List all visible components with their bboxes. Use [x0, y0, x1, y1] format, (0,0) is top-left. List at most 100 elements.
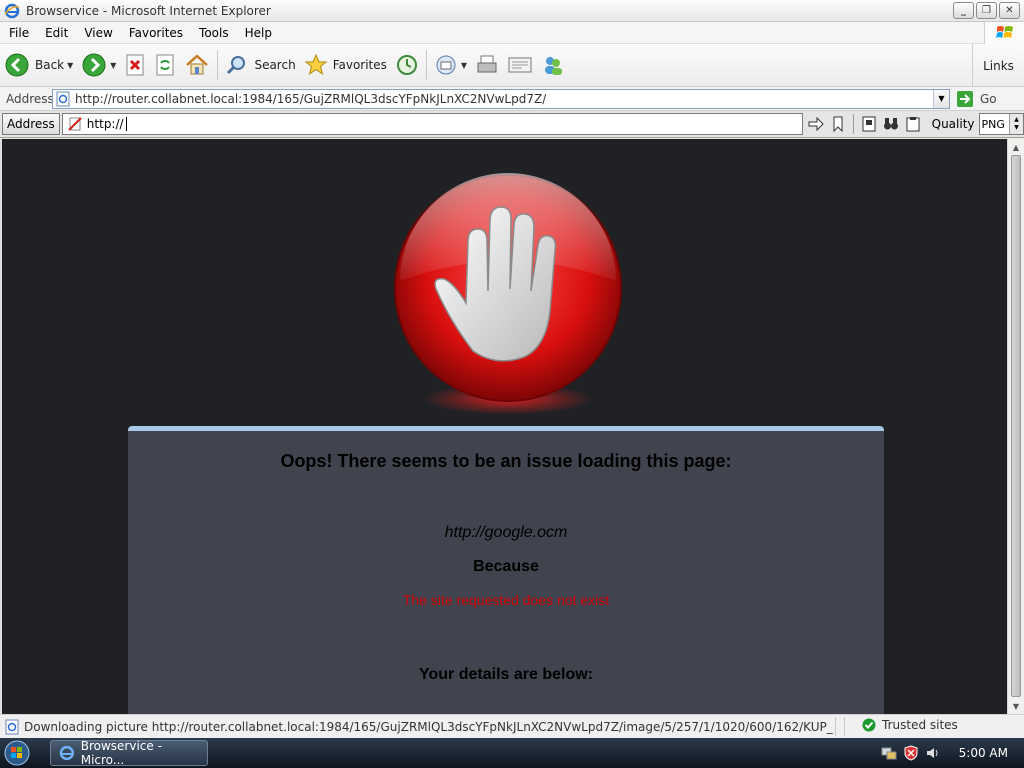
search-button[interactable]: Search: [221, 47, 299, 83]
security-zone[interactable]: Trusted sites: [862, 718, 958, 732]
browservice-bar: Address http:// Quality PNG ▲ ▼: [0, 111, 1024, 138]
address-input[interactable]: http://router.collabnet.local:1984/165/G…: [52, 88, 950, 109]
history-button[interactable]: [391, 47, 423, 83]
checkmark-icon: [862, 718, 876, 732]
back-dropdown-icon[interactable]: ▼: [67, 61, 73, 70]
because-label: Because: [473, 558, 539, 575]
volume-tray-icon[interactable]: [925, 745, 941, 761]
network-tray-icon[interactable]: [881, 745, 897, 761]
mail-icon: [436, 55, 456, 75]
stop-hand-icon: [394, 173, 622, 415]
forward-arrow-icon: [82, 53, 106, 77]
requested-url: http://google.ocm: [444, 524, 568, 541]
security-shield-tray-icon[interactable]: [903, 745, 919, 761]
minimize-button[interactable]: _: [953, 2, 974, 19]
find-page-icon[interactable]: [860, 115, 878, 133]
taskbar-item-label: Browservice - Micro...: [80, 739, 162, 767]
search-label: Search: [254, 58, 296, 72]
details-heading: Your details are below:: [419, 666, 593, 683]
messenger-icon: [545, 57, 563, 75]
zone-label: Trusted sites: [882, 718, 958, 732]
start-button[interactable]: [0, 738, 34, 768]
menu-favorites[interactable]: Favorites: [121, 26, 191, 40]
spinner-arrows-icon[interactable]: ▲ ▼: [1009, 114, 1023, 134]
toolbar: Back ▼ ▼ Search Favorites ▼ Links: [0, 44, 1024, 87]
page-content: Oops! There seems to be an issue loading…: [0, 139, 1024, 714]
toolbar-separator: [425, 50, 427, 80]
menu-bar: File Edit View Favorites Tools Help: [0, 22, 1024, 44]
page-icon: [56, 91, 70, 106]
search-icon: [227, 56, 246, 75]
address-bar: Address http://router.collabnet.local:19…: [0, 87, 1024, 111]
forward-dropdown-icon[interactable]: ▼: [110, 61, 116, 70]
browservice-url-value: http://: [86, 117, 124, 131]
clock[interactable]: 5:00 AM: [959, 746, 1008, 760]
browservice-address-button[interactable]: Address: [2, 113, 60, 135]
error-heading: Oops! There seems to be an issue loading…: [280, 451, 732, 471]
back-button[interactable]: Back ▼: [0, 47, 77, 83]
refresh-button[interactable]: [150, 47, 180, 83]
clipboard-icon[interactable]: [904, 115, 922, 133]
back-label: Back: [35, 58, 65, 72]
error-reason: The site requested does not exist: [402, 592, 610, 608]
print-button[interactable]: [471, 47, 503, 83]
stop-icon: [126, 54, 144, 76]
close-button[interactable]: ✕: [999, 2, 1020, 19]
maximize-button[interactable]: ❐: [976, 2, 997, 19]
windows-start-icon: [4, 740, 30, 766]
favorites-button[interactable]: Favorites: [300, 47, 391, 83]
vertical-scrollbar[interactable]: ▲ ▼: [1007, 139, 1024, 714]
favorites-label: Favorites: [332, 58, 387, 72]
browservice-url-input[interactable]: http://: [61, 113, 803, 135]
home-button[interactable]: [180, 47, 214, 83]
menu-edit[interactable]: Edit: [37, 26, 76, 40]
browservice-separator: [852, 114, 854, 134]
status-bar: Downloading picture http://router.collab…: [0, 714, 1024, 738]
address-dropdown-icon[interactable]: ▼: [933, 89, 949, 108]
status-text: Downloading picture http://router.collab…: [24, 719, 833, 734]
error-panel: Oops! There seems to be an issue loading…: [128, 426, 884, 714]
stop-button[interactable]: [120, 47, 150, 83]
refresh-icon: [156, 54, 174, 76]
ie-taskbar-icon: [59, 745, 74, 761]
address-url: http://router.collabnet.local:1984/165/G…: [75, 91, 547, 106]
edit-page-icon: [508, 57, 532, 73]
toolbar-separator: [217, 50, 219, 80]
back-arrow-icon: [5, 53, 29, 77]
security-warning-icon: [68, 117, 82, 131]
binoculars-icon[interactable]: [882, 115, 900, 133]
quality-value: PNG: [981, 117, 1005, 131]
taskbar-item-browservice[interactable]: Browservice - Micro...: [50, 739, 208, 767]
printer-icon: [477, 55, 497, 73]
forward-button[interactable]: ▼: [77, 47, 120, 83]
go-button[interactable]: Go: [956, 90, 997, 108]
scroll-down-icon[interactable]: ▼: [1008, 698, 1024, 714]
history-icon: [396, 55, 417, 75]
downloading-page-icon: [5, 719, 19, 734]
address-label: Address: [6, 91, 54, 106]
navigate-arrow-icon[interactable]: [807, 115, 825, 133]
home-icon: [186, 54, 209, 75]
messenger-button[interactable]: [537, 47, 569, 83]
edit-button[interactable]: [503, 47, 537, 83]
taskbar: Browservice - Micro... 5:00 AM: [0, 738, 1024, 768]
system-tray: 5:00 AM: [881, 738, 1024, 768]
quality-spinner[interactable]: PNG ▲ ▼: [978, 113, 1024, 135]
title-bar: Browservice - Microsoft Internet Explore…: [0, 0, 1024, 22]
menu-file[interactable]: File: [0, 26, 37, 40]
scroll-thumb[interactable]: [1011, 155, 1021, 697]
menu-tools[interactable]: Tools: [191, 26, 237, 40]
mail-dropdown-icon[interactable]: ▼: [461, 61, 467, 70]
window-title: Browservice - Microsoft Internet Explore…: [26, 3, 271, 18]
text-cursor: [125, 117, 127, 131]
menu-help[interactable]: Help: [237, 26, 280, 40]
quality-label: Quality: [931, 117, 975, 131]
go-label: Go: [980, 91, 997, 106]
star-icon: [304, 53, 328, 76]
scroll-up-icon[interactable]: ▲: [1008, 139, 1024, 155]
windows-flag-icon: [984, 22, 1024, 44]
menu-view[interactable]: View: [76, 26, 120, 40]
bookmark-icon[interactable]: [829, 115, 847, 133]
links-button[interactable]: Links: [972, 44, 1024, 87]
mail-button[interactable]: ▼: [430, 47, 471, 83]
